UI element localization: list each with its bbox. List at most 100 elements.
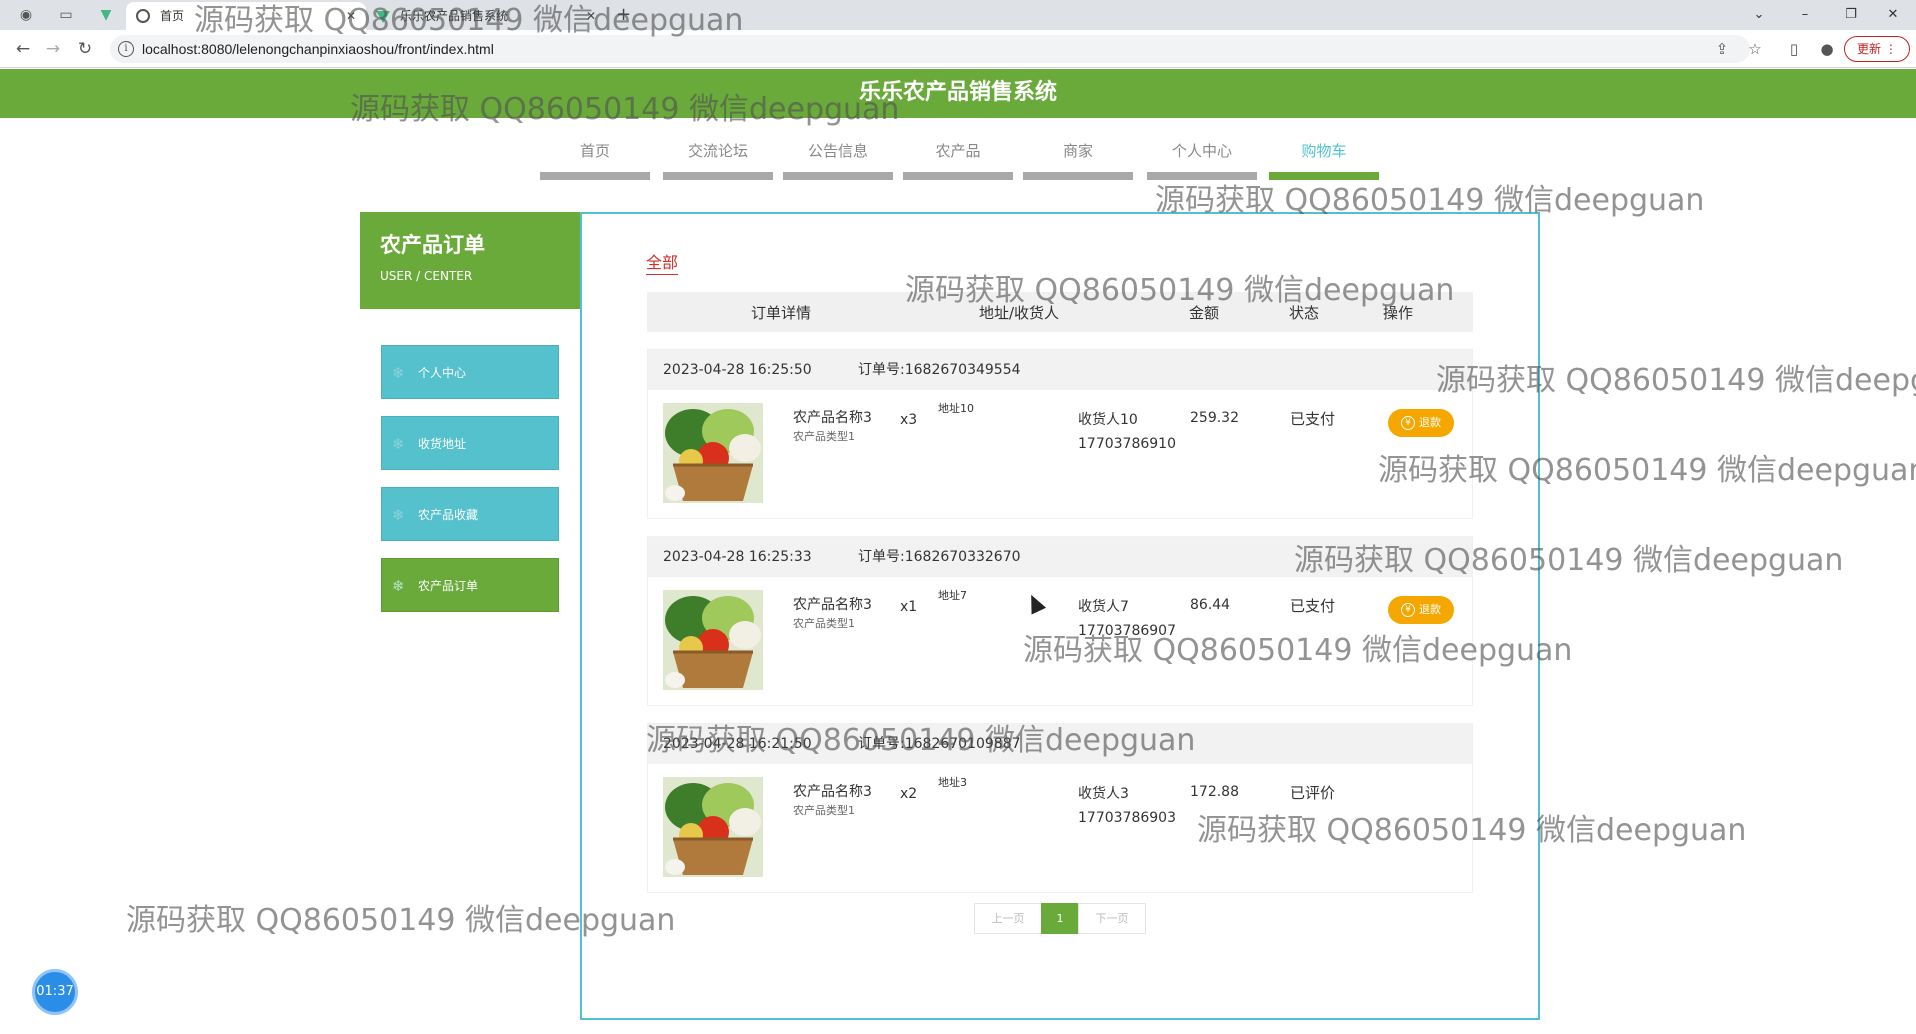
receiver-phone: 17703786903 [1078, 810, 1176, 826]
order-header: 2023-04-28 16:25:33 订单号:1682670332670 [648, 537, 1472, 577]
url-text: localhost:8080/lelenongchanpinxiaoshou/f… [142, 41, 494, 57]
order-number: 订单号:1682670332670 [858, 549, 1021, 565]
order-status: 已评价 [1290, 784, 1336, 802]
order-address: 地址7 [938, 589, 967, 602]
yen-icon: ¥ [1401, 416, 1415, 430]
close-tab-icon[interactable]: ✕ [586, 2, 596, 30]
back-icon[interactable]: ← [12, 38, 34, 60]
vue-devtools-icon[interactable]: ▼ [96, 5, 116, 25]
side-panel-icon[interactable]: ▯ [1784, 39, 1804, 59]
minimize-button[interactable]: – [1782, 0, 1828, 30]
receiver-phone: 17703786910 [1078, 436, 1176, 452]
product-type: 农产品类型1 [793, 804, 855, 817]
order-status: 已支付 [1290, 597, 1336, 615]
update-button[interactable]: 更新 ⋮ [1844, 36, 1910, 62]
order-date: 2023-04-28 16:25:50 [663, 362, 812, 378]
tab-group-icon[interactable]: ▭ [56, 5, 76, 25]
order-number: 订单号:1682670349554 [858, 362, 1021, 378]
order-date: 2023-04-28 16:25:33 [663, 549, 812, 565]
globe-icon [136, 9, 150, 23]
product-name[interactable]: 农产品名称3 [793, 595, 872, 615]
refund-button[interactable]: ¥ 退款 [1388, 409, 1454, 437]
order-amount: 259.32 [1190, 410, 1239, 426]
new-tab-button[interactable]: + [616, 2, 631, 28]
vue-icon [376, 11, 390, 23]
tab-search-icon[interactable]: ⌄ [1736, 0, 1782, 30]
order-header: 2023-04-28 16:21:50 订单号:1682670109887 [648, 724, 1472, 764]
order-qty: x3 [900, 412, 918, 428]
screen-recorder-timer[interactable]: 01:37 [32, 969, 78, 1015]
snowflake-icon: ❄ [392, 577, 405, 595]
sidebar-header: 农产品订单 USER / CENTER [360, 212, 580, 309]
browser-tab-system[interactable]: 乐乐农产品销售系统 ✕ [366, 2, 606, 30]
nav-forum[interactable]: 交流论坛 [663, 140, 773, 180]
nav-home[interactable]: 首页 [540, 140, 650, 180]
address-bar[interactable]: i localhost:8080/lelenongchanpinxiaoshou… [110, 35, 1750, 63]
pagination-page-current[interactable]: 1 [1041, 903, 1079, 934]
receiver-phone: 17703786907 [1078, 623, 1176, 639]
restore-button[interactable]: ❐ [1828, 0, 1874, 30]
column-header: 订单详情 [751, 304, 812, 322]
product-image[interactable] [663, 590, 763, 690]
snowflake-icon: ❄ [392, 506, 405, 524]
order-card: 2023-04-28 16:21:50 订单号:1682670109887 农产… [647, 723, 1473, 893]
nav-cart[interactable]: 购物车 [1269, 140, 1379, 180]
receiver-name: 收货人3 [1078, 786, 1129, 802]
sidebar-item-orders[interactable]: ❄ 农产品订单 [381, 558, 559, 612]
column-header: 金额 [1189, 304, 1220, 322]
nav-announcements[interactable]: 公告信息 [783, 140, 893, 180]
pagination-next[interactable]: 下一页 [1078, 903, 1146, 934]
order-card: 2023-04-28 16:25:33 订单号:1682670332670 农产… [647, 536, 1473, 706]
column-header: 状态 [1289, 304, 1320, 322]
order-address: 地址3 [938, 776, 967, 789]
product-name[interactable]: 农产品名称3 [793, 408, 872, 428]
tab-title: 乐乐农产品销售系统 [400, 9, 509, 23]
browser-tab-home[interactable]: 首页 ✕ [126, 2, 366, 30]
reload-icon[interactable]: ↻ [74, 38, 96, 60]
order-date: 2023-04-28 16:21:50 [663, 736, 812, 752]
nav-merchants[interactable]: 商家 [1023, 140, 1133, 180]
nav-user-center[interactable]: 个人中心 [1147, 140, 1257, 180]
orders-table-header: 订单详情 地址/收货人 金额 状态 操作 [647, 292, 1473, 332]
browser-toolbar: ← → ↻ i localhost:8080/lelenongchanpinxi… [0, 30, 1916, 68]
order-amount: 86.44 [1190, 597, 1231, 613]
share-icon[interactable]: ⇪ [1712, 39, 1732, 59]
profile-avatar-icon[interactable]: ● [1817, 39, 1837, 59]
order-card: 2023-04-28 16:25:50 订单号:1682670349554 农产… [647, 349, 1473, 519]
sidebar-item-address[interactable]: ❄ 收货地址 [381, 416, 559, 470]
order-address: 地址10 [938, 402, 974, 415]
order-receiver: 收货人10 17703786910 [1078, 408, 1176, 456]
browser-menu-icon[interactable]: ◉ [16, 5, 36, 25]
product-type: 农产品类型1 [793, 430, 855, 443]
refund-button[interactable]: ¥ 退款 [1388, 596, 1454, 624]
site-info-icon[interactable]: i [118, 41, 134, 57]
filter-tab-all[interactable]: 全部 [646, 252, 679, 275]
nav-products[interactable]: 农产品 [903, 140, 1013, 180]
forward-icon[interactable]: → [42, 38, 64, 60]
order-amount: 172.88 [1190, 784, 1239, 800]
column-header: 操作 [1383, 304, 1414, 322]
order-header: 2023-04-28 16:25:50 订单号:1682670349554 [648, 350, 1472, 390]
sidebar-item-favorites[interactable]: ❄ 农产品收藏 [381, 487, 559, 541]
order-number: 订单号:1682670109887 [858, 736, 1021, 752]
order-receiver: 收货人7 17703786907 [1078, 595, 1176, 643]
order-qty: x2 [900, 786, 918, 802]
close-window-button[interactable]: ✕ [1870, 0, 1916, 30]
order-receiver: 收货人3 17703786903 [1078, 782, 1176, 830]
yen-icon: ¥ [1401, 603, 1415, 617]
receiver-name: 收货人10 [1078, 412, 1138, 428]
product-type: 农产品类型1 [793, 617, 855, 630]
sidebar-title: 农产品订单 [380, 233, 485, 257]
receiver-name: 收货人7 [1078, 599, 1129, 615]
sidebar-item-user-center[interactable]: ❄ 个人中心 [381, 345, 559, 399]
product-image[interactable] [663, 777, 763, 877]
product-name[interactable]: 农产品名称3 [793, 782, 872, 802]
pagination-prev[interactable]: 上一页 [974, 903, 1042, 934]
product-image[interactable] [663, 403, 763, 503]
tab-title: 首页 [160, 9, 185, 23]
bookmark-star-icon[interactable]: ☆ [1745, 39, 1765, 59]
close-tab-icon[interactable]: ✕ [346, 2, 356, 30]
snowflake-icon: ❄ [392, 435, 405, 453]
site-title: 乐乐农产品销售系统 [858, 80, 1057, 105]
column-header: 地址/收货人 [979, 304, 1060, 322]
